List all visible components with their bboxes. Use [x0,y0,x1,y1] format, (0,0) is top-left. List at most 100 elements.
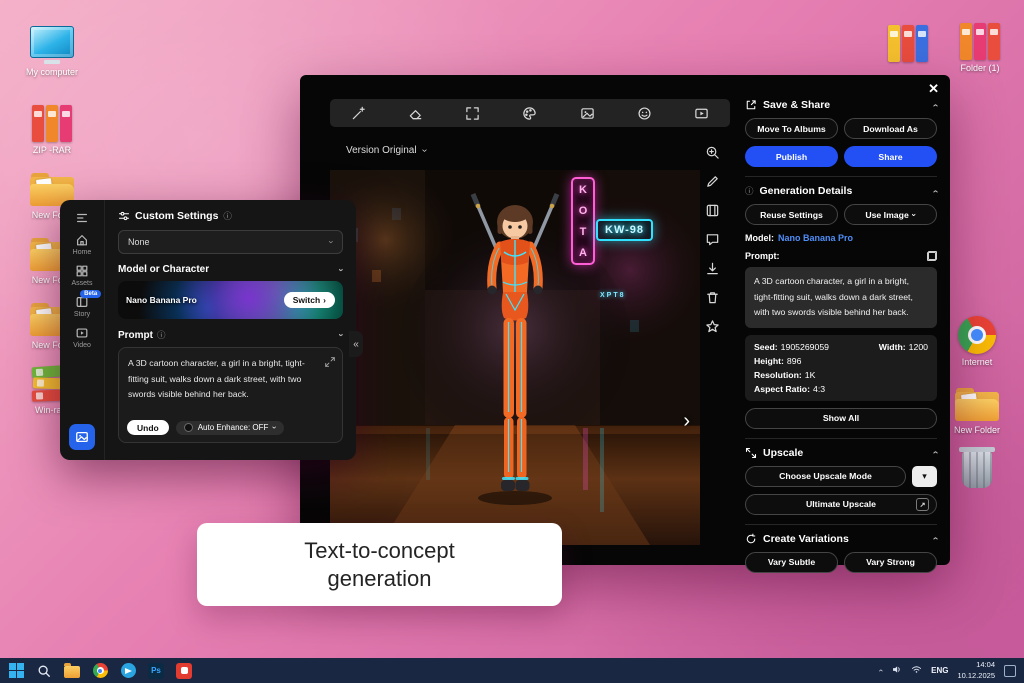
chevron-up-icon[interactable]: › [930,537,941,540]
chrome-taskbar-icon[interactable] [92,663,108,679]
panel-collapse-handle[interactable]: « [349,331,363,357]
desktop-icon-label: ZIP -RAR [32,145,72,155]
volume-icon[interactable] [891,662,902,680]
desktop-icon-label: Folder (1) [960,63,1000,73]
search-icon[interactable] [36,663,52,679]
prompt-text: A 3D cartoon character, a girl in a brig… [128,358,305,400]
pencil-icon[interactable] [705,174,720,189]
sidebar-item-assets[interactable]: Assets [71,264,93,287]
caption-text: Text-to-concept generation [304,538,455,591]
section-title: Create Variations [763,532,849,545]
video-icon[interactable] [693,105,710,122]
desktop-icon-new-folder-right[interactable]: New Folder [945,382,1009,435]
panel-title: Custom Settings [135,210,219,222]
ai-edit-icon[interactable] [350,105,367,122]
generation-parameters: Seed: 1905269059 Width: 1200 Height: 896 Re… [745,334,937,401]
telegram-icon[interactable] [120,663,136,679]
system-tray: › ENG 14:04 10.12.2025 [876,660,1016,680]
comment-icon[interactable] [705,232,720,247]
chevron-up-icon[interactable]: › [930,189,941,192]
external-link-icon: ↗ [916,498,929,512]
frames-icon[interactable] [705,203,720,218]
desktop-icon-folder-1[interactable]: Folder (1) [948,20,1012,73]
file-explorer-icon[interactable] [64,662,80,679]
choose-upscale-mode-button[interactable]: Choose Upscale Mode [745,465,906,487]
desktop-icon-recycle-bin[interactable] [945,447,1009,488]
desktop-icon-label: Internet [961,357,993,367]
chevron-right-icon: › [323,295,326,305]
desktop-icon-zip-rar[interactable]: ZIP -RAR [20,102,84,155]
toggle-knob [183,423,193,432]
prompt-input[interactable]: A 3D cartoon character, a girl in a brig… [118,347,343,443]
save-share-section: Save & Share › Move To Albums Download A… [745,91,941,167]
chevron-down-icon[interactable]: › [337,268,347,271]
zoom-icon[interactable] [705,145,720,160]
star-icon[interactable] [705,319,720,334]
editor-window: ✕ Version Original › K O T A KW-98 XPT8 … [300,75,950,573]
computer-icon [20,24,84,64]
canvas-tool-strip [705,145,720,334]
chevron-down-icon[interactable]: › [337,334,347,337]
sidebar-item-home[interactable]: Home [73,233,91,256]
delete-icon[interactable] [705,290,720,305]
app-icon-red[interactable] [176,662,192,679]
expand-prompt-icon[interactable] [325,354,335,367]
auto-enhance-toggle[interactable]: Auto Enhance: OFF › [175,420,285,435]
model-link[interactable]: Nano Banana Pro [778,233,853,243]
version-selector[interactable]: Version Original › [346,145,430,156]
switch-model-button[interactable]: Switch › [283,292,335,308]
expand-canvas-icon[interactable] [464,105,481,122]
eraser-icon[interactable] [407,105,424,122]
language-indicator[interactable]: ENG [931,666,948,675]
share-button[interactable]: Share [844,146,937,167]
desktop-icon-binder-group[interactable] [876,22,940,62]
prompt-controls: Undo Auto Enhance: OFF › [127,420,334,435]
model-card[interactable]: Nano Banana Pro Switch › [118,281,343,319]
publish-button[interactable]: Publish [745,146,838,167]
show-all-button[interactable]: Show All [745,407,937,429]
preset-select[interactable]: None › [118,230,343,254]
reuse-settings-button[interactable]: Reuse Settings [745,204,838,225]
ultimate-upscale-button[interactable]: Ultimate Upscale ↗ [745,493,937,515]
desktop-icon-my-computer[interactable]: My computer [20,24,84,77]
desktop-icon-label: My computer [25,67,78,77]
start-button[interactable] [8,663,24,679]
taskbar-clock[interactable]: 14:04 10.12.2025 [957,660,995,680]
desktop-icon-label: New Folder [953,425,1000,435]
upscale-mode-dropdown-button[interactable]: ▾ [912,465,937,487]
image-icon[interactable] [579,105,596,122]
binders-icon [876,22,940,62]
notification-center-icon[interactable] [1004,664,1016,677]
photoshop-icon[interactable]: Ps [148,662,164,679]
vary-strong-button[interactable]: Vary Strong [844,551,937,573]
section-title: Upscale [763,446,804,459]
next-image-button[interactable]: › [683,410,690,433]
prompt-section-title: Prompt [118,329,153,341]
emoji-icon[interactable] [636,105,653,122]
chevron-down-icon: › [326,240,337,244]
model-label: Model: [745,233,774,243]
download-as-button[interactable]: Download As [844,118,937,139]
sidebar-item-image-tool-active[interactable] [69,424,95,450]
generated-image-canvas: K O T A KW-98 XPT8 › [330,170,700,545]
use-image-button[interactable]: Use Image › [844,204,937,225]
sidebar-item-story[interactable]: Story Beta [74,290,102,318]
hidden-icons-chevron[interactable]: › [876,669,885,672]
neon-sign-kw98: KW-98 [596,219,654,241]
binders-icon [948,20,1012,60]
chevron-up-icon[interactable]: › [930,451,941,454]
sidebar-item-video[interactable]: Video [73,326,91,349]
vary-subtle-button[interactable]: Vary Subtle [745,551,838,573]
undo-button[interactable]: Undo [127,420,169,435]
desktop-icon-internet[interactable]: Internet [945,314,1009,367]
network-icon[interactable] [911,662,922,680]
neon-sign-vertical: K O T A [571,177,595,265]
copy-icon[interactable] [927,251,937,261]
download-icon[interactable] [705,261,720,276]
palette-icon[interactable] [521,105,538,122]
chevron-up-icon[interactable]: › [930,103,941,106]
desktop-screen: My computer ZIP -RAR New Fol... New Fol.… [0,0,1024,683]
move-to-albums-button[interactable]: Move To Albums [745,118,838,139]
recycle-bin-icon [945,447,1009,488]
sidebar-collapse-button[interactable] [75,211,89,225]
